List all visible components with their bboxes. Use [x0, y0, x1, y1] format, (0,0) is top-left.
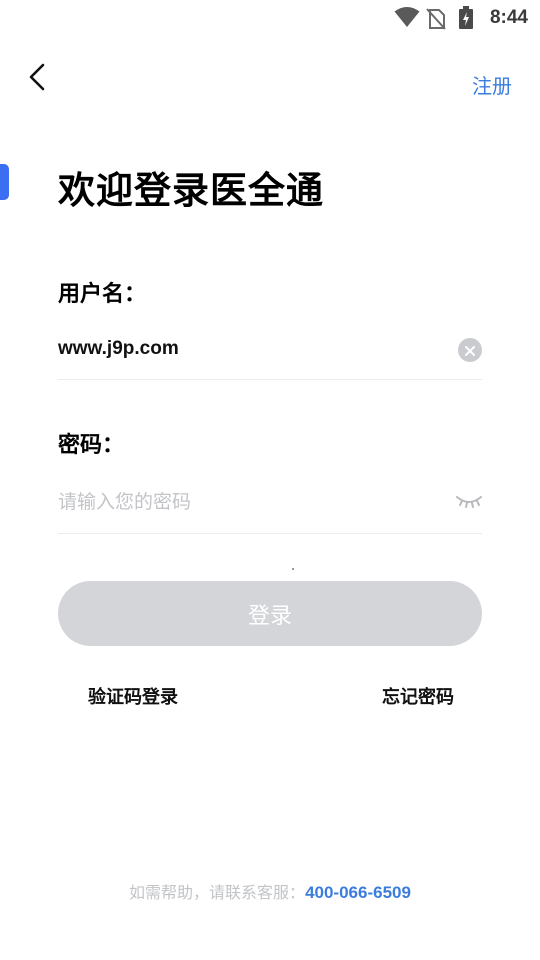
- status-bar: 8:44: [0, 0, 540, 36]
- toggle-password-visibility-button[interactable]: [456, 492, 482, 514]
- support-phone-link[interactable]: 400-066-6509: [305, 883, 411, 902]
- decorative-dot: [292, 568, 294, 570]
- password-input[interactable]: [58, 474, 438, 532]
- battery-charging-icon: [458, 6, 474, 34]
- page-title: 欢迎登录医全通: [58, 169, 324, 212]
- sms-login-link[interactable]: 验证码登录: [88, 683, 178, 709]
- help-footer: 如需帮助，请联系客服：400-066-6509: [0, 879, 540, 903]
- login-button[interactable]: 登录: [58, 581, 482, 646]
- status-time: 8:44: [489, 7, 528, 28]
- username-label: 用户名：: [58, 282, 147, 307]
- clear-username-button[interactable]: [458, 338, 482, 362]
- back-button[interactable]: [22, 62, 52, 96]
- chevron-left-icon: [28, 63, 46, 95]
- side-accent-marker: [0, 164, 9, 200]
- username-input[interactable]: [58, 320, 438, 378]
- password-field-row: [58, 474, 482, 534]
- register-link[interactable]: 注册: [472, 70, 512, 99]
- no-sim-icon: [426, 8, 446, 34]
- wifi-icon: [394, 6, 420, 32]
- username-field-row: [58, 320, 482, 380]
- forgot-password-link[interactable]: 忘记密码: [382, 683, 454, 709]
- clear-icon: [465, 341, 475, 360]
- login-screen: 8:44 注册 欢迎登录医全通 用户名： 密码：: [0, 0, 540, 960]
- eye-closed-icon: [456, 496, 482, 516]
- password-label: 密码：: [58, 433, 125, 458]
- help-text: 如需帮助，请联系客服：: [129, 883, 306, 902]
